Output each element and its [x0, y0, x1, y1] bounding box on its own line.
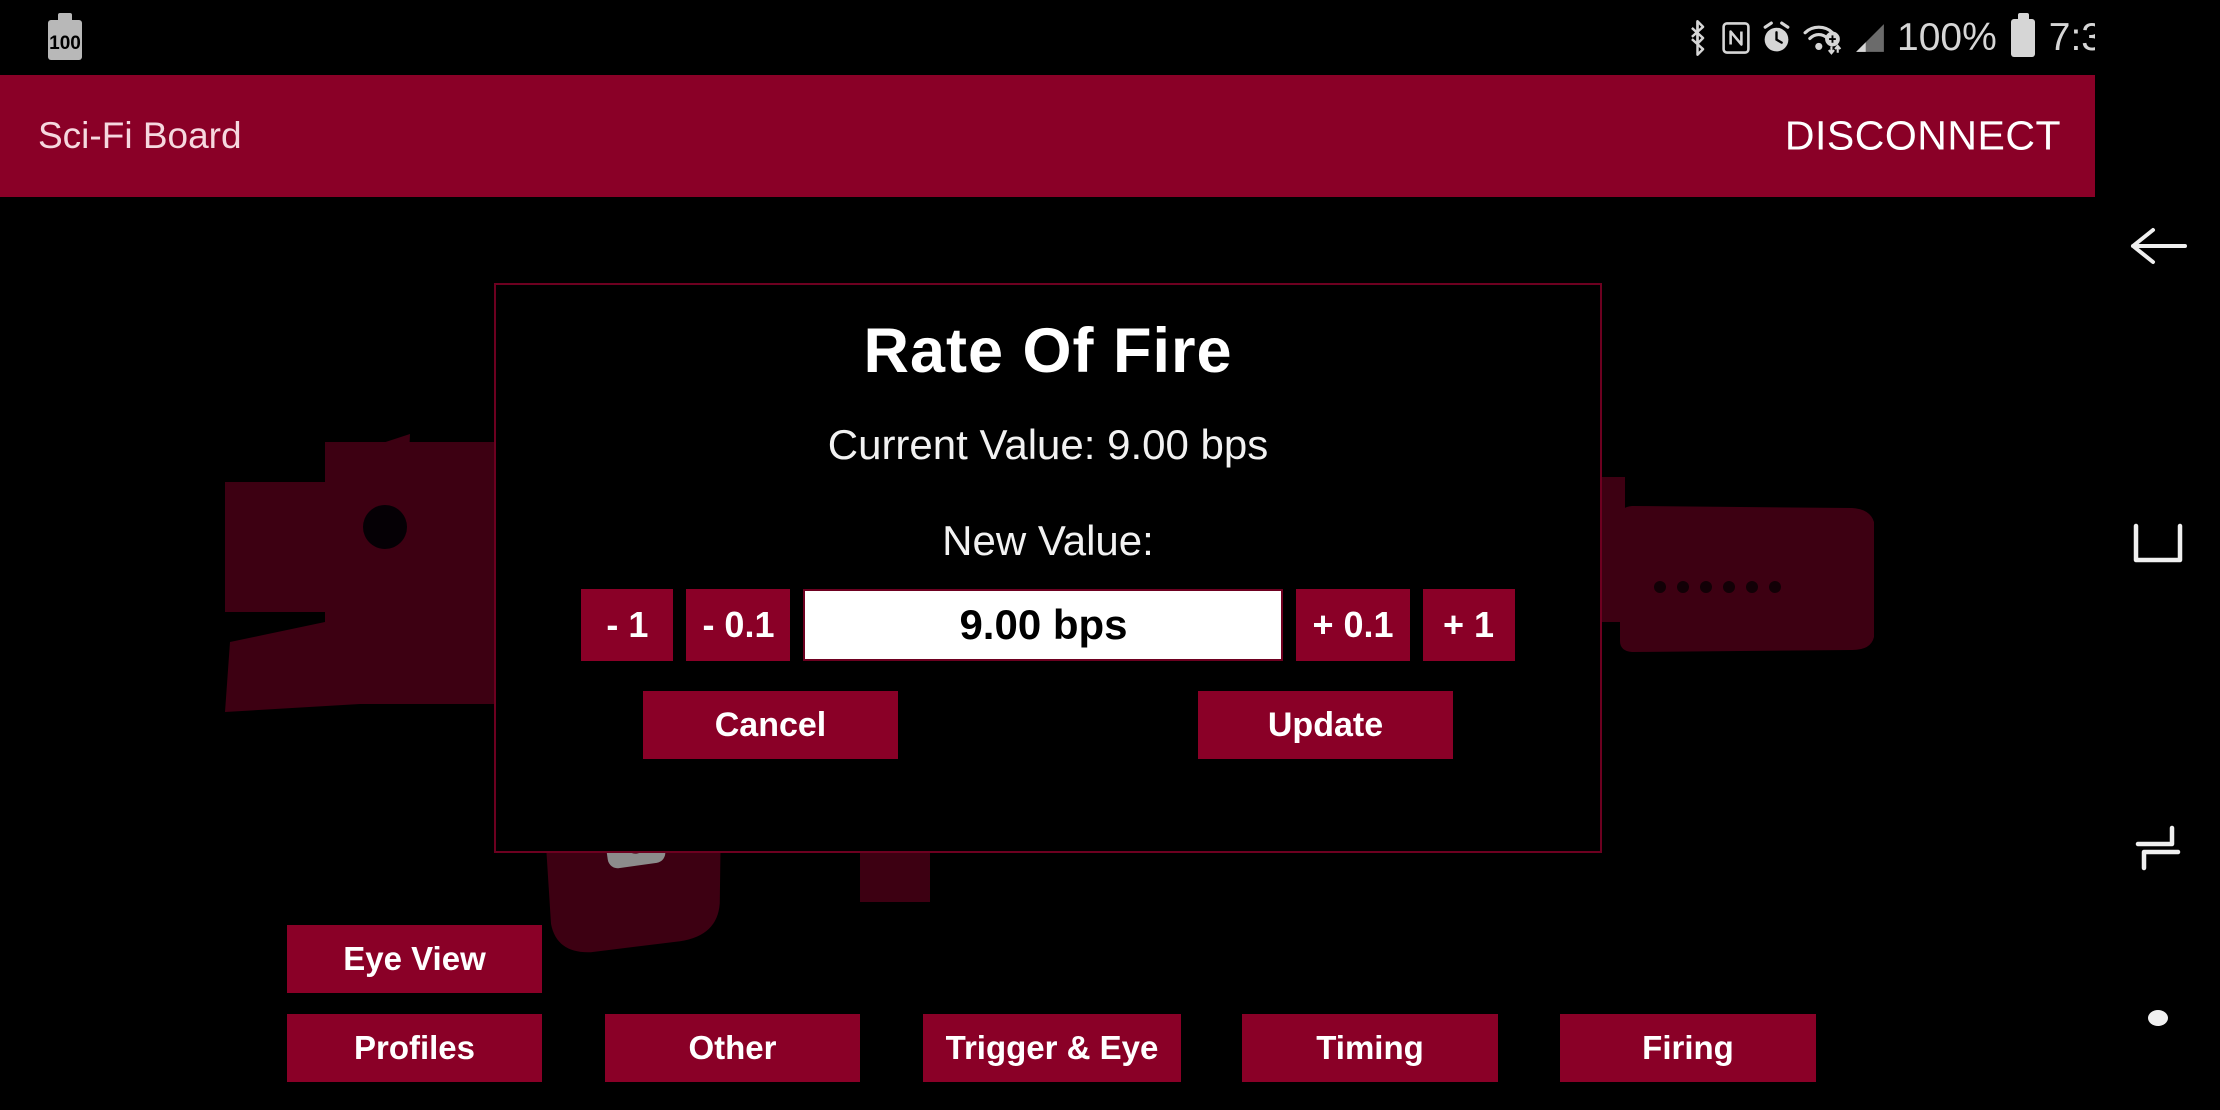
- battery-icon: [2010, 12, 2035, 57]
- profiles-button[interactable]: Profiles: [287, 1014, 542, 1082]
- status-bar: 100 100% 7:34 PM: [0, 0, 2220, 75]
- android-nav-bar: [2095, 0, 2220, 1110]
- app-title: Sci-Fi Board: [38, 115, 242, 156]
- trigger-and-eye-button[interactable]: Trigger & Eye: [923, 1014, 1181, 1082]
- app-bar: Sci-Fi Board DISCONNECT: [0, 75, 2095, 197]
- signal-icon: [1854, 22, 1886, 54]
- increment-one-button[interactable]: + 1: [1422, 589, 1515, 661]
- back-arrow-icon[interactable]: [2127, 220, 2189, 277]
- update-button[interactable]: Update: [1198, 691, 1453, 759]
- current-value-label: Current Value: 9.00 bps: [827, 421, 1269, 468]
- rate-of-fire-dialog: Rate Of Fire Current Value: 9.00 bps New…: [494, 283, 1602, 853]
- cancel-button[interactable]: Cancel: [643, 691, 898, 759]
- firing-button[interactable]: Firing: [1560, 1014, 1816, 1082]
- alarm-icon: [1761, 21, 1792, 54]
- new-value-input[interactable]: [803, 589, 1284, 661]
- decrement-one-button[interactable]: - 1: [581, 589, 674, 661]
- other-button[interactable]: Other: [605, 1014, 860, 1082]
- increment-tenth-button[interactable]: + 0.1: [1296, 589, 1410, 661]
- nfc-icon: [1722, 21, 1750, 55]
- bluetooth-icon: [1684, 19, 1711, 57]
- dialog-action-row: Cancel Update: [496, 691, 1600, 759]
- home-square-icon[interactable]: [2132, 520, 2184, 573]
- wifi-icon: [1803, 21, 1843, 55]
- dot-indicator: [2147, 1010, 2168, 1026]
- left-battery-icon: 100: [48, 13, 82, 60]
- decrement-tenth-button[interactable]: - 0.1: [686, 589, 791, 661]
- battery-percent-text: 100%: [1897, 15, 1997, 59]
- timing-button[interactable]: Timing: [1242, 1014, 1498, 1082]
- dialog-title: Rate Of Fire: [863, 316, 1233, 386]
- disconnect-button[interactable]: DISCONNECT: [1785, 113, 2061, 160]
- recents-icon[interactable]: [2130, 820, 2186, 881]
- stepper-row: - 1 - 0.1 + 0.1 + 1: [496, 589, 1600, 661]
- new-value-label: New Value:: [942, 517, 1154, 564]
- eye-view-button[interactable]: Eye View: [287, 925, 542, 993]
